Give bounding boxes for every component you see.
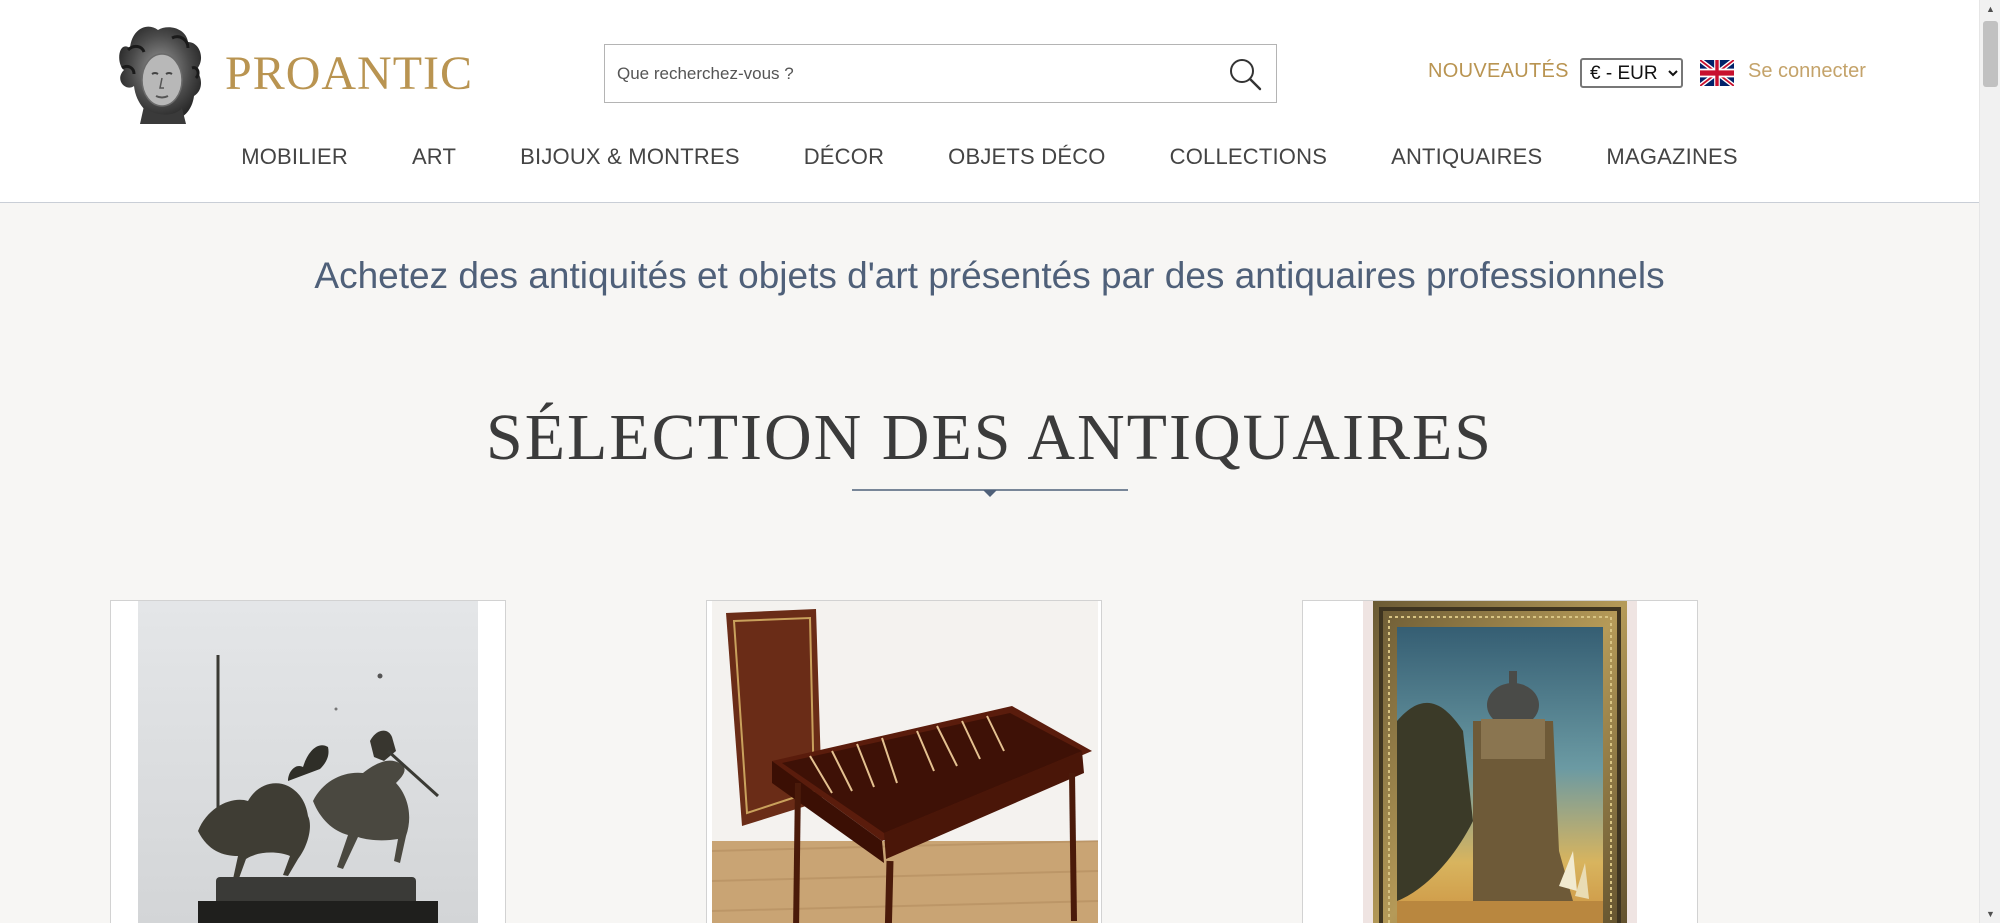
framed-painting-image	[1363, 601, 1637, 923]
bust-logo-icon	[119, 26, 202, 124]
nav-item-objets-deco[interactable]: OBJETS DÉCO	[948, 144, 1105, 170]
nav-item-bijoux-montres[interactable]: BIJOUX & MONTRES	[520, 144, 740, 170]
scrollbar-thumb[interactable]	[1983, 21, 1998, 87]
currency-select[interactable]: € - EUR	[1580, 58, 1683, 88]
page-tagline: Achetez des antiquités et objets d'art p…	[314, 255, 1665, 296]
login-link[interactable]: Se connecter	[1748, 60, 1866, 83]
site-header: PROANTIC NOUVEAUTÉS € - EUR Se connecter…	[0, 0, 1979, 203]
product-card[interactable]	[110, 600, 506, 923]
section-title: SÉLECTION DES ANTIQUAIRES	[486, 401, 1493, 474]
scroll-up-arrow-icon[interactable]: ▲	[1980, 0, 2000, 18]
product-card[interactable]	[1302, 600, 1698, 923]
uk-flag-icon[interactable]	[1700, 60, 1734, 86]
new-arrivals-link[interactable]: NOUVEAUTÉS	[1428, 60, 1569, 83]
nav-item-decor[interactable]: DÉCOR	[804, 144, 884, 170]
scroll-down-arrow-icon[interactable]: ▼	[1980, 905, 2000, 923]
title-divider	[852, 489, 1128, 497]
nav-item-art[interactable]: ART	[412, 144, 456, 170]
product-card[interactable]	[706, 600, 1102, 923]
backgammon-table-image	[712, 601, 1098, 923]
bronze-sculpture-image	[138, 601, 478, 923]
main-nav: MOBILIER ART BIJOUX & MONTRES DÉCOR OBJE…	[0, 144, 1979, 170]
search-input[interactable]	[605, 45, 1214, 102]
site-logo[interactable]: PROANTIC	[108, 18, 508, 128]
nav-item-magazines[interactable]: MAGAZINES	[1606, 144, 1737, 170]
logo-wordmark: PROANTIC	[225, 46, 474, 100]
nav-item-antiquaires[interactable]: ANTIQUAIRES	[1391, 144, 1542, 170]
search-bar	[604, 44, 1277, 103]
search-button[interactable]	[1214, 45, 1276, 102]
nav-item-collections[interactable]: COLLECTIONS	[1170, 144, 1327, 170]
page-scrollbar[interactable]: ▲ ▼	[1979, 0, 2000, 923]
search-icon	[1230, 58, 1262, 90]
nav-item-mobilier[interactable]: MOBILIER	[241, 144, 348, 170]
